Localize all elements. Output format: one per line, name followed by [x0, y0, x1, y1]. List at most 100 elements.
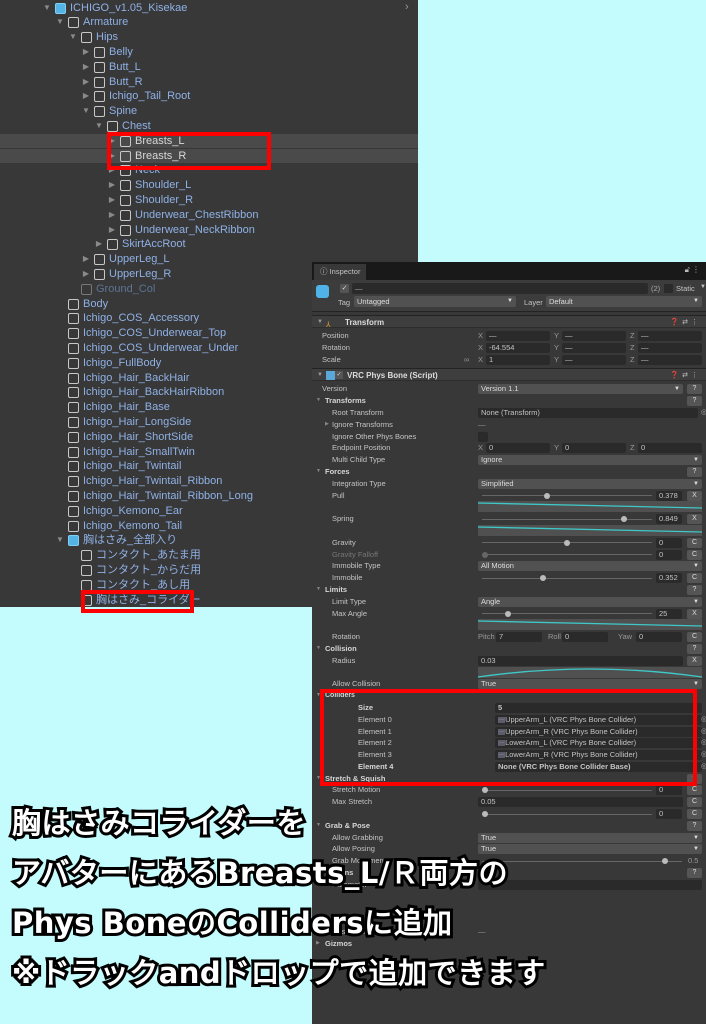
active-checkbox[interactable]: ✓	[340, 284, 349, 293]
component-menu-icons[interactable]: ❓⇄⋮	[670, 369, 701, 382]
slider-knob[interactable]	[621, 516, 628, 523]
gameobject-cube-icon[interactable]	[316, 285, 329, 298]
expanded-arrow-icon[interactable]: ▼	[316, 690, 321, 702]
field-label[interactable]: Transforms	[325, 395, 366, 407]
hierarchy-item[interactable]: ▶ Butt_L	[0, 60, 418, 75]
hierarchy-item[interactable]: ▶ Underwear_NeckRibbon	[0, 223, 418, 238]
reset-button[interactable]: C	[687, 573, 702, 584]
hierarchy-item[interactable]: ▶ Breasts_R	[0, 148, 418, 164]
reset-button[interactable]: X	[687, 655, 702, 666]
pitch-field[interactable]: 7	[496, 632, 542, 643]
slider-value-field[interactable]: 0.352	[656, 573, 682, 584]
vector-x-field[interactable]: 0	[486, 443, 550, 454]
field-label[interactable]: Forces	[325, 466, 350, 478]
static-checkbox[interactable]	[664, 284, 673, 293]
object-field[interactable]: None (Transform)	[478, 407, 698, 418]
object-field[interactable]: ▤UpperArm_L (VRC Phys Bone Collider)	[495, 714, 702, 725]
dropdown[interactable]: All Motion ▼	[478, 561, 702, 572]
field-label[interactable]: Collision	[325, 643, 357, 655]
object-field[interactable]: ▤LowerArm_L (VRC Phys Bone Collider)	[495, 738, 702, 749]
curve-graph[interactable]	[478, 501, 702, 513]
vector-y-field[interactable]: 0	[562, 443, 626, 454]
expanded-arrow-icon[interactable]: ▼	[316, 395, 321, 407]
collapsed-arrow-icon[interactable]: ▶	[81, 75, 91, 90]
slider-value-field[interactable]: 0	[656, 785, 682, 796]
roll-field[interactable]: 0	[562, 632, 608, 643]
field-label[interactable]: Colliders	[325, 690, 355, 702]
collapsed-arrow-icon[interactable]: ▶	[107, 163, 117, 178]
tab-inspector[interactable]: ⓘ Inspector	[314, 264, 366, 280]
slider-track[interactable]	[482, 577, 652, 579]
tag-dropdown[interactable]: Untagged ▼	[354, 296, 516, 307]
reset-button[interactable]: C	[687, 549, 702, 560]
reset-button[interactable]: X	[687, 490, 702, 501]
curve-graph[interactable]	[478, 666, 702, 678]
help-button[interactable]: ?	[687, 584, 702, 595]
collapsed-arrow-icon[interactable]: ▶	[107, 193, 117, 208]
expanded-arrow-icon[interactable]: ▼	[316, 466, 321, 478]
object-picker-icon[interactable]: ◎	[701, 737, 706, 749]
collapsed-arrow-icon[interactable]: ▶	[107, 223, 117, 238]
hierarchy-item[interactable]: ▼ Armature	[0, 15, 418, 30]
foldout-arrow-icon[interactable]: ▼	[317, 369, 323, 382]
expanded-arrow-icon[interactable]: ▼	[42, 1, 52, 16]
component-header[interactable]: ▼ ✓ VRC Phys Bone (Script) ❓⇄⋮	[312, 368, 706, 382]
foldout-arrow-icon[interactable]: ▶	[325, 419, 329, 431]
collapsed-arrow-icon[interactable]: ▶	[107, 134, 117, 149]
yaw-field[interactable]: 0	[636, 632, 682, 643]
curve-graph[interactable]	[478, 524, 702, 536]
help-button[interactable]: ?	[687, 396, 702, 407]
hierarchy-item[interactable]: ▶ SkirtAccRoot	[0, 237, 418, 252]
hierarchy-item[interactable]: ▼ Chest	[0, 119, 418, 134]
hierarchy-item[interactable]: ▶ Underwear_ChestRibbon	[0, 208, 418, 223]
object-picker-icon[interactable]: ◎	[701, 407, 706, 419]
expanded-arrow-icon[interactable]: ▼	[55, 15, 65, 30]
vector-x-field[interactable]: -64.554	[486, 342, 550, 353]
hierarchy-item[interactable]: ▶ Butt_R	[0, 75, 418, 90]
hierarchy-item[interactable]: ▶ Belly	[0, 45, 418, 60]
component-menu-icons[interactable]: ❓⇄⋮	[670, 316, 701, 329]
dropdown[interactable]: Angle ▼	[478, 596, 702, 607]
slider-value-field[interactable]: 0.378	[656, 490, 682, 501]
collapsed-arrow-icon[interactable]: ▶	[107, 208, 117, 223]
slider-knob[interactable]	[543, 492, 550, 499]
slider-value-field[interactable]: 0	[656, 549, 682, 560]
collapsed-arrow-icon[interactable]: ▶	[81, 89, 91, 104]
slider-knob[interactable]	[504, 610, 511, 617]
vector-y-field[interactable]: —	[562, 331, 626, 341]
slider-knob[interactable]	[482, 551, 488, 558]
collapsed-arrow-icon[interactable]: ▶	[94, 237, 104, 252]
expanded-arrow-icon[interactable]: ▼	[316, 643, 321, 655]
hierarchy-item[interactable]: ▼ Hips	[0, 30, 418, 45]
slider-value-field[interactable]: 0	[656, 537, 682, 548]
static-dropdown-icon[interactable]: ▼	[700, 284, 706, 290]
vector-z-field[interactable]: 0	[638, 443, 702, 454]
help-button[interactable]: ?	[687, 384, 702, 395]
object-picker-icon[interactable]: ◎	[701, 714, 706, 726]
curve-graph[interactable]	[478, 619, 702, 631]
field-label[interactable]: Limits	[325, 584, 347, 596]
reset-button[interactable]: X	[687, 514, 702, 525]
lock-icon[interactable]: 🔓︎ ⋮	[685, 265, 700, 275]
text-field[interactable]: 5	[495, 702, 702, 713]
expanded-arrow-icon[interactable]: ▼	[94, 119, 104, 134]
collapsed-arrow-icon[interactable]: ▶	[81, 60, 91, 75]
reset-button[interactable]: C	[687, 632, 702, 643]
slider-knob[interactable]	[482, 787, 488, 794]
expanded-arrow-icon[interactable]: ▼	[55, 533, 65, 548]
reset-button[interactable]: C	[687, 785, 702, 796]
help-button[interactable]: ?	[687, 643, 702, 654]
chevron-right-icon[interactable]: ›	[405, 1, 409, 13]
slider-value-field[interactable]: 25	[656, 608, 682, 619]
text-field[interactable]: 0.03	[478, 655, 683, 666]
expanded-arrow-icon[interactable]: ▼	[81, 104, 91, 119]
expanded-arrow-icon[interactable]: ▼	[68, 30, 78, 45]
collapsed-arrow-icon[interactable]: ▶	[81, 45, 91, 60]
enabled-checkbox[interactable]: ✓	[335, 371, 343, 380]
vector-z-field[interactable]: —	[638, 354, 702, 365]
toggle-checkbox[interactable]	[478, 431, 488, 442]
collapsed-arrow-icon[interactable]: ▶	[81, 267, 91, 282]
vector-z-field[interactable]: —	[638, 331, 702, 341]
expanded-arrow-icon[interactable]: ▼	[316, 773, 321, 785]
object-picker-icon[interactable]: ◎	[701, 726, 706, 738]
